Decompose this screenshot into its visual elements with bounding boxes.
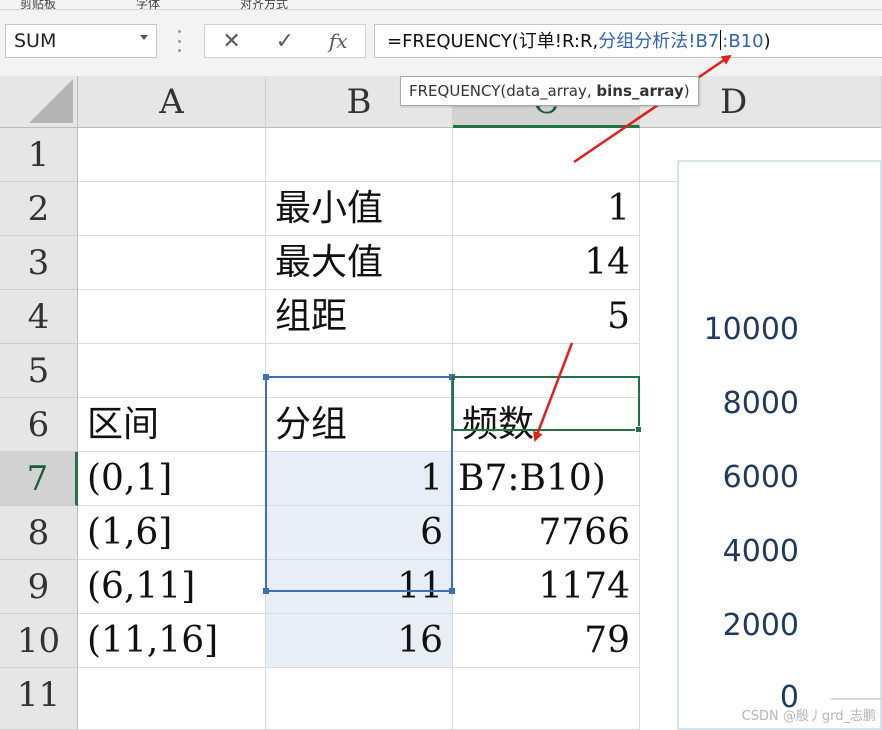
row-header-10[interactable]: 10 [0, 614, 78, 668]
formula-bar-grip[interactable] [176, 30, 182, 52]
y-tick-10000: 10000 [703, 312, 799, 347]
formula-input[interactable]: =FREQUENCY(订单!R:R,分组分析法!B7:B10) [374, 24, 882, 58]
cell-b8[interactable]: 6 [266, 506, 453, 560]
cell-a5[interactable] [78, 344, 266, 398]
formula-ref-bins-start: 分组分析法!B7 [598, 31, 720, 52]
formula-text-prefix: =FREQUENCY(订单!R:R, [387, 31, 599, 52]
row-header-8[interactable]: 8 [0, 506, 78, 560]
y-tick-6000: 6000 [722, 460, 799, 495]
row-header-5[interactable]: 5 [0, 344, 78, 398]
ribbon-group-clipboard: 剪贴板 [20, 0, 57, 10]
cell-b5[interactable] [266, 344, 453, 398]
ribbon-group-alignment: 对齐方式 [240, 0, 289, 10]
formula-buttons: ✕ ✓ fx [204, 24, 366, 58]
cell-c5[interactable] [453, 344, 640, 398]
cell-b9[interactable]: 11 [266, 560, 453, 614]
cell-b4[interactable]: 组距 [266, 290, 453, 344]
cell-a3[interactable] [78, 236, 266, 290]
cell-c11[interactable] [453, 668, 640, 730]
chevron-down-icon[interactable] [140, 35, 148, 40]
column-header-a[interactable]: A [78, 76, 266, 128]
function-tooltip: FREQUENCY(data_array, bins_array) [400, 76, 699, 106]
x-axis-line [831, 698, 882, 700]
cell-c6[interactable]: 频数 [453, 398, 640, 452]
cell-a11[interactable] [78, 668, 266, 730]
cell-b1[interactable] [266, 128, 453, 182]
cell-a8[interactable]: (1,6] [78, 506, 266, 560]
cell-c7-editing[interactable]: B7:B10) [453, 452, 640, 506]
row-header-1[interactable]: 1 [0, 128, 78, 182]
cell-a2[interactable] [78, 182, 266, 236]
formula-ref-bins-end: :B10 [722, 31, 764, 52]
cell-b6[interactable]: 分组 [266, 398, 453, 452]
row-header-2[interactable]: 2 [0, 182, 78, 236]
cell-c2[interactable]: 1 [453, 182, 640, 236]
name-box-value: SUM [14, 30, 57, 52]
cell-a4[interactable] [78, 290, 266, 344]
tooltip-suffix: ) [683, 82, 690, 100]
cell-a9[interactable]: (6,11] [78, 560, 266, 614]
cell-b10[interactable]: 16 [266, 614, 453, 668]
cell-c4[interactable]: 5 [453, 290, 640, 344]
y-tick-2000: 2000 [722, 608, 799, 643]
name-box[interactable]: SUM [5, 24, 157, 58]
row-header-6[interactable]: 6 [0, 398, 78, 452]
cell-b2[interactable]: 最小值 [266, 182, 453, 236]
cell-a1[interactable] [78, 128, 266, 182]
cell-b3[interactable]: 最大值 [266, 236, 453, 290]
select-all-button[interactable] [0, 76, 78, 128]
cell-b7[interactable]: 1 [266, 452, 453, 506]
insert-function-icon[interactable]: fx [329, 29, 348, 53]
tooltip-current-arg[interactable]: bins_array [596, 82, 683, 100]
cell-a6[interactable]: 区间 [78, 398, 266, 452]
row-header-9[interactable]: 9 [0, 560, 78, 614]
cell-c3[interactable]: 14 [453, 236, 640, 290]
row-header-4[interactable]: 4 [0, 290, 78, 344]
cell-c8[interactable]: 7766 [453, 506, 640, 560]
watermark: CSDN @殷丿grd_志鹏 [741, 709, 876, 724]
cell-c9[interactable]: 1174 [453, 560, 640, 614]
cell-c10[interactable]: 79 [453, 614, 640, 668]
ribbon-group-font: 字体 [136, 0, 161, 10]
cancel-icon[interactable]: ✕ [222, 29, 240, 54]
ribbon-strip: 剪贴板 字体 对齐方式 [0, 0, 882, 10]
y-tick-8000: 8000 [722, 386, 799, 421]
formula-bar: SUM ✕ ✓ fx =FREQUENCY(订单!R:R,分组分析法!B7:B1… [0, 10, 882, 76]
cell-c1[interactable] [453, 128, 640, 182]
cell-a7[interactable]: (0,1] [78, 452, 266, 506]
tooltip-prefix: FREQUENCY(data_array, [409, 82, 597, 100]
cell-b11[interactable] [266, 668, 453, 730]
chart-fragment[interactable]: 10000 8000 6000 4000 2000 0 [677, 160, 882, 730]
row-header-7[interactable]: 7 [0, 452, 78, 506]
row-header-11[interactable]: 11 [0, 668, 78, 730]
row-header-3[interactable]: 3 [0, 236, 78, 290]
formula-text-suffix: ) [763, 31, 771, 52]
y-tick-4000: 4000 [722, 534, 799, 569]
enter-icon[interactable]: ✓ [276, 29, 294, 54]
cell-a10[interactable]: (11,16] [78, 614, 266, 668]
